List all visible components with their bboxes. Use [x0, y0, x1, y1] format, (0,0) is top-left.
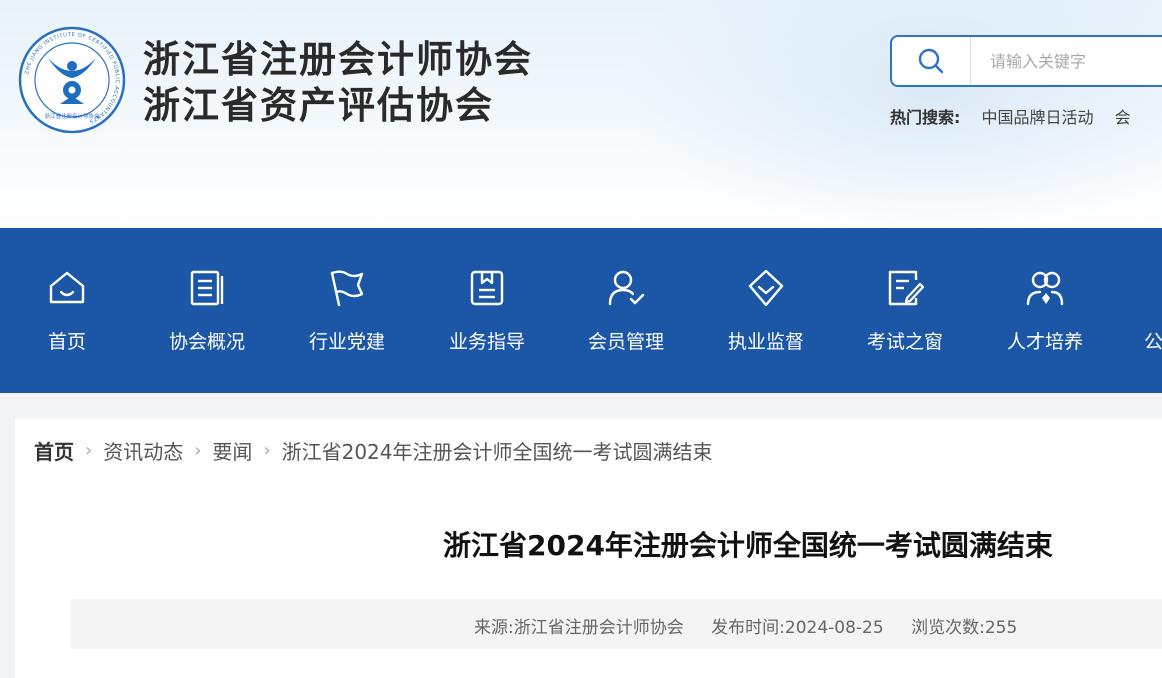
nav-label: 执业监督	[727, 331, 804, 353]
nav-item-supervision[interactable]: 执业监督	[696, 228, 836, 393]
nav-item-training[interactable]: 人才培养	[975, 228, 1115, 393]
nav-item-guidance[interactable]: 业务指导	[417, 228, 557, 393]
search-box	[890, 35, 1162, 87]
nav-label: 协会概况	[168, 331, 245, 353]
association-logo[interactable]: ZHE JIANG INSTITUTE OF CERTIFIED PUBLIC …	[18, 26, 126, 134]
nav-label: 行业党建	[308, 331, 385, 353]
hot-search-link[interactable]: 中国品牌日活动	[982, 108, 1094, 127]
nav-label: 考试之窗	[866, 331, 943, 353]
site-header: ZHE JIANG INSTITUTE OF CERTIFIED PUBLIC …	[0, 0, 1162, 228]
hot-search: 热门搜索: 中国品牌日活动 会	[890, 104, 1131, 128]
search-input[interactable]	[972, 37, 1162, 85]
nav-item-members[interactable]: 会员管理	[556, 228, 696, 393]
article-title: 浙江省2024年注册会计师全国统一考试圆满结束	[443, 529, 1053, 562]
nav-label: 首页	[47, 331, 86, 353]
search-button[interactable]	[892, 37, 971, 85]
nav-label: 人才培养	[1006, 331, 1083, 353]
nav-item-exams[interactable]: 考试之窗	[835, 228, 975, 393]
date-field: 发布时间:2024-08-25	[711, 618, 884, 638]
nav-label: 会员管理	[587, 331, 664, 353]
chevron-right-icon: ›	[194, 440, 202, 461]
hot-search-link[interactable]: 会	[1115, 108, 1131, 127]
edit-doc-icon	[888, 270, 925, 306]
flag-icon	[330, 270, 364, 307]
user-check-icon	[608, 270, 645, 306]
breadcrumb-headlines[interactable]: 要闻	[212, 436, 252, 465]
breadcrumb-current: 浙江省2024年注册会计师全国统一考试圆满结束	[281, 440, 713, 464]
bookmark-doc-icon	[470, 270, 504, 306]
chevron-right-icon: ›	[263, 440, 271, 461]
article-meta: 来源:浙江省注册会计师协会 发布时间:2024-08-25 浏览次数:255	[474, 613, 1039, 638]
org-name-cpa: 浙江省注册会计师协会	[143, 37, 533, 81]
chevron-right-icon: ›	[85, 440, 93, 461]
views-label: 浏览次数:	[911, 618, 985, 638]
nav-item-party[interactable]: 行业党建	[277, 228, 417, 393]
hot-search-label: 热门搜索:	[890, 108, 961, 127]
nav-label: 业务指导	[448, 331, 525, 353]
org-names: 浙江省注册会计师协会 浙江省资产评估协会	[143, 36, 533, 128]
date-label: 发布时间:	[711, 618, 785, 638]
document-icon	[190, 270, 224, 306]
home-icon	[49, 271, 85, 304]
logo-bottom-text: 浙江省注册会计师协会	[44, 112, 100, 120]
source-field: 来源:浙江省注册会计师协会	[474, 618, 684, 638]
breadcrumb: 首页 › 资讯动态 › 要闻 › 浙江省2024年注册会计师全国统一考试圆满结束	[34, 436, 713, 465]
article-container: 首页 › 资讯动态 › 要闻 › 浙江省2024年注册会计师全国统一考试圆满结束…	[15, 418, 1162, 678]
people-icon	[1026, 271, 1064, 306]
org-name-appraisal: 浙江省资产评估协会	[143, 83, 494, 127]
source-label: 来源:	[474, 618, 514, 638]
article-meta-bar: 来源:浙江省注册会计师协会 发布时间:2024-08-25 浏览次数:255	[71, 599, 1162, 649]
nav-item-partial[interactable]: 公	[1114, 228, 1162, 393]
nav-item-about[interactable]: 协会概况	[137, 228, 277, 393]
main-nav: 首页 协会概况 行业党建 业务指导 会员管理 执业监督 考试之窗 人才培养 公	[0, 228, 1162, 393]
date-value: 2024-08-25	[784, 618, 884, 638]
search-icon	[918, 48, 944, 74]
breadcrumb-news[interactable]: 资讯动态	[103, 436, 183, 465]
source-value: 浙江省注册会计师协会	[513, 618, 684, 638]
views-value: 255	[984, 618, 1018, 638]
nav-item-home[interactable]: 首页	[0, 228, 137, 393]
shield-check-icon	[748, 269, 784, 307]
breadcrumb-home[interactable]: 首页	[34, 436, 74, 465]
views-field: 浏览次数:255	[911, 618, 1017, 638]
nav-label: 公	[1144, 331, 1162, 353]
